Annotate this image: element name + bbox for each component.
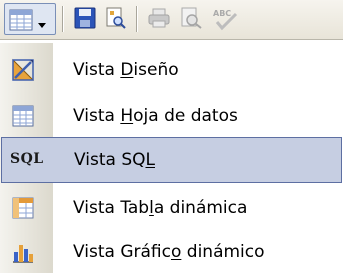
file-search-icon bbox=[106, 7, 126, 29]
design-view-icon bbox=[11, 58, 35, 82]
spelling-button: ABC bbox=[208, 3, 238, 35]
print-preview-button bbox=[176, 3, 206, 35]
spelling-icon: ABC bbox=[213, 9, 238, 31]
file-search-button[interactable] bbox=[100, 3, 130, 35]
toolbar-separator bbox=[136, 6, 138, 32]
menu-item-label: Vista Hoja de datos bbox=[73, 106, 238, 126]
pivot-chart-icon bbox=[11, 240, 35, 264]
view-split-button[interactable] bbox=[4, 3, 56, 35]
svg-text:ABC: ABC bbox=[213, 9, 231, 18]
menu-item-pivot-chart-view[interactable]: Vista Gráfico dinámico bbox=[0, 229, 343, 275]
print-icon bbox=[148, 8, 170, 28]
datasheet-view-icon bbox=[11, 104, 35, 128]
save-button[interactable] bbox=[70, 3, 100, 35]
chevron-down-icon[interactable] bbox=[37, 15, 47, 34]
menu-item-pivot-table-view[interactable]: Vista Tabla dinámica bbox=[0, 185, 343, 231]
print-preview-icon bbox=[181, 7, 202, 29]
sql-view-icon: SQL bbox=[10, 151, 44, 167]
save-icon bbox=[74, 7, 96, 29]
print-button bbox=[144, 3, 174, 35]
menu-item-label: Vista Tabla dinámica bbox=[73, 198, 248, 218]
pivot-table-icon bbox=[11, 196, 35, 220]
menu-item-sql-view[interactable]: SQL Vista SQL bbox=[1, 137, 342, 183]
menu-item-design-view[interactable]: Vista Diseño bbox=[0, 47, 343, 93]
toolbar-separator bbox=[62, 6, 64, 32]
datasheet-view-icon bbox=[9, 8, 33, 36]
view-dropdown-menu: Vista Diseño Vista Hoja de datos SQL Vis… bbox=[0, 43, 343, 273]
menu-item-label: Vista SQL bbox=[74, 150, 155, 170]
menu-item-label: Vista Diseño bbox=[73, 60, 179, 80]
toolbar: ABC bbox=[0, 0, 343, 40]
menu-item-label: Vista Gráfico dinámico bbox=[73, 242, 265, 262]
menu-item-datasheet-view[interactable]: Vista Hoja de datos bbox=[0, 93, 343, 139]
